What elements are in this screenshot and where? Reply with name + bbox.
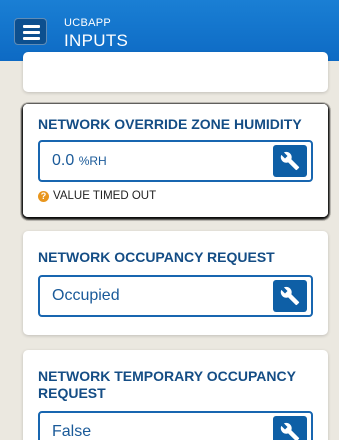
edit-button[interactable]: [273, 416, 307, 440]
page-title: INPUTS: [64, 31, 129, 50]
wrench-icon: [280, 422, 300, 440]
input-card: NETWORK OCCUPANCY REQUEST Occupied: [23, 231, 328, 335]
input-card: NETWORK TEMPORARY OCCUPANCY REQUEST Fals…: [23, 350, 328, 440]
warning-text: VALUE TIMED OUT: [53, 190, 157, 202]
input-card: NETWORK OVERRIDE ZONE HUMIDITY 0.0 %RH ?…: [23, 104, 328, 217]
question-icon: ?: [38, 190, 49, 202]
warning-message: ? VALUE TIMED OUT: [38, 190, 156, 202]
field-value: False: [52, 423, 92, 440]
card-title: NETWORK OCCUPANCY REQUEST: [38, 249, 275, 265]
edit-button[interactable]: [273, 280, 307, 312]
previous-card: [23, 52, 328, 92]
menu-button[interactable]: [14, 18, 47, 45]
card-title: NETWORK OVERRIDE ZONE HUMIDITY: [38, 116, 302, 132]
field-value: 0.0: [52, 152, 75, 169]
card-title: NETWORK TEMPORARY OCCUPANCY REQUEST: [38, 368, 296, 401]
hamburger-menu-icon: [23, 37, 40, 40]
field-value: Occupied: [52, 287, 120, 304]
hamburger-menu-icon: [23, 31, 40, 34]
edit-button[interactable]: [273, 145, 307, 177]
value-field[interactable]: Occupied: [38, 275, 313, 317]
hamburger-menu-icon: [23, 25, 40, 28]
app-name: UCBAPP: [64, 17, 112, 29]
wrench-icon: [280, 151, 300, 171]
field-unit: %RH: [78, 154, 107, 168]
wrench-icon: [280, 286, 300, 306]
value-field[interactable]: 0.0 %RH: [38, 140, 313, 182]
value-field[interactable]: False: [38, 411, 313, 440]
